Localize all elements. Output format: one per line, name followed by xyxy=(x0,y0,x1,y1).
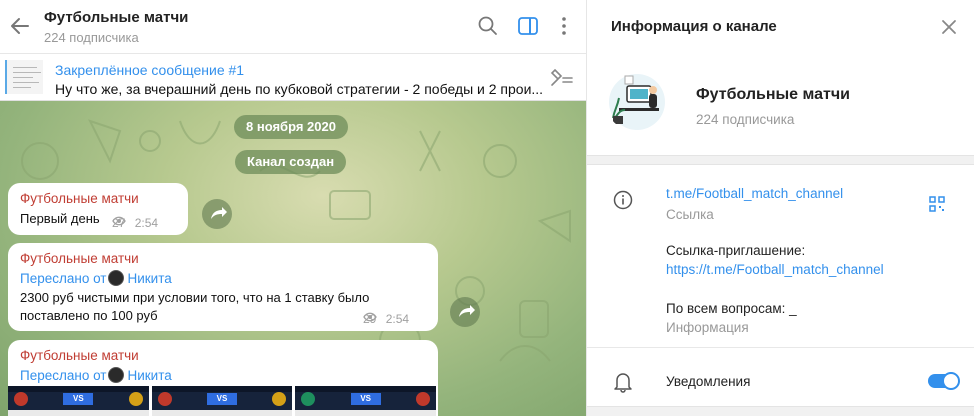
section-divider xyxy=(587,406,974,416)
message-time: 2:54 xyxy=(385,312,410,326)
workspace-illustration-icon xyxy=(609,74,665,130)
eye-icon xyxy=(112,216,126,226)
pinned-text: Ну что же, за вчерашний день по кубковой… xyxy=(55,81,544,97)
close-icon[interactable] xyxy=(940,18,958,36)
forward-prefix: Переслано от xyxy=(20,368,107,383)
channel-link[interactable]: t.me/Football_match_channel xyxy=(666,186,843,201)
chat-subtitle: 224 подписчика xyxy=(44,30,139,45)
back-arrow-icon[interactable] xyxy=(8,14,32,38)
info-icon xyxy=(613,190,633,210)
chat-title: Футбольные матчи xyxy=(44,9,189,26)
service-message-created: Канал создан xyxy=(235,150,347,174)
message-author: Футбольные матчи xyxy=(20,251,139,266)
media-thumbnail[interactable]: VS xyxy=(8,386,149,416)
message-author: Футбольные матчи xyxy=(20,191,139,206)
message-bubble[interactable]: Футбольные матчи Первый день 27 2:54 xyxy=(8,183,188,235)
share-icon xyxy=(459,305,475,317)
telegram-window: Футбольные матчи 224 подписчика Закреплё… xyxy=(0,0,974,416)
channel-description: По всем вопросам: _ xyxy=(666,301,797,316)
unpin-icon[interactable] xyxy=(548,67,574,87)
forward-author: Никита xyxy=(127,368,172,383)
message-text: Первый день xyxy=(20,211,100,226)
share-icon xyxy=(211,207,227,219)
channel-info-panel: Информация о канале Футбольные матчи 224… xyxy=(587,0,974,416)
section-divider xyxy=(587,347,974,355)
channel-description-label: Информация xyxy=(666,320,749,335)
sidebar-toggle-icon[interactable] xyxy=(517,15,539,37)
forward-author: Никита xyxy=(127,271,172,286)
share-button[interactable] xyxy=(202,199,232,229)
message-meta: 29 2:54 xyxy=(363,312,409,326)
message-bubble[interactable]: Футбольные матчи Переслано от Никита 2300… xyxy=(8,243,438,331)
channel-name: Футбольные матчи xyxy=(696,86,850,103)
media-thumbnail[interactable]: VS xyxy=(151,386,293,416)
channel-link-label: Ссылка xyxy=(666,207,714,222)
message-author: Футбольные матчи xyxy=(20,348,139,363)
message-meta: 27 2:54 xyxy=(112,216,158,230)
message-time: 2:54 xyxy=(134,216,159,230)
info-panel-title: Информация о канале xyxy=(611,18,777,35)
invite-label: Ссылка-приглашение: xyxy=(666,243,806,258)
forwarded-from[interactable]: Переслано от Никита xyxy=(20,367,172,383)
pinned-thumbnail xyxy=(5,60,43,94)
avatar xyxy=(108,367,125,383)
more-vertical-icon[interactable] xyxy=(553,15,575,37)
avatar xyxy=(108,270,125,286)
forwarded-from[interactable]: Переслано от Никита xyxy=(20,270,172,286)
section-divider xyxy=(587,155,974,165)
date-separator: 8 ноября 2020 xyxy=(234,115,348,139)
forward-prefix: Переслано от xyxy=(20,271,107,286)
message-text-line: поставлено по 100 руб xyxy=(20,308,158,323)
media-album[interactable]: VS VS VS xyxy=(8,386,437,416)
channel-avatar[interactable] xyxy=(605,68,669,132)
message-text-line: 2300 руб чистыми при условии того, что н… xyxy=(20,290,370,305)
channel-subscribers: 224 подписчика xyxy=(696,112,795,127)
chat-background: 8 ноября 2020 Канал создан Футбольные ма… xyxy=(0,101,586,416)
chat-header[interactable]: Футбольные матчи 224 подписчика xyxy=(0,0,586,54)
pinned-message-bar[interactable]: Закреплённое сообщение #1 Ну что же, за … xyxy=(0,54,586,101)
chat-pane: Футбольные матчи 224 подписчика Закреплё… xyxy=(0,0,587,416)
media-thumbnail[interactable]: VS xyxy=(295,386,437,416)
search-icon[interactable] xyxy=(477,15,499,37)
pinned-title: Закреплённое сообщение #1 xyxy=(55,62,245,78)
notifications-toggle[interactable] xyxy=(928,372,960,390)
eye-icon xyxy=(363,312,377,322)
invite-link[interactable]: https://t.me/Football_match_channel xyxy=(666,262,884,277)
qr-code-icon[interactable] xyxy=(929,196,945,212)
share-button[interactable] xyxy=(450,297,480,327)
notifications-label: Уведомления xyxy=(666,374,751,389)
bell-icon xyxy=(614,373,632,393)
toggle-knob xyxy=(942,372,960,390)
